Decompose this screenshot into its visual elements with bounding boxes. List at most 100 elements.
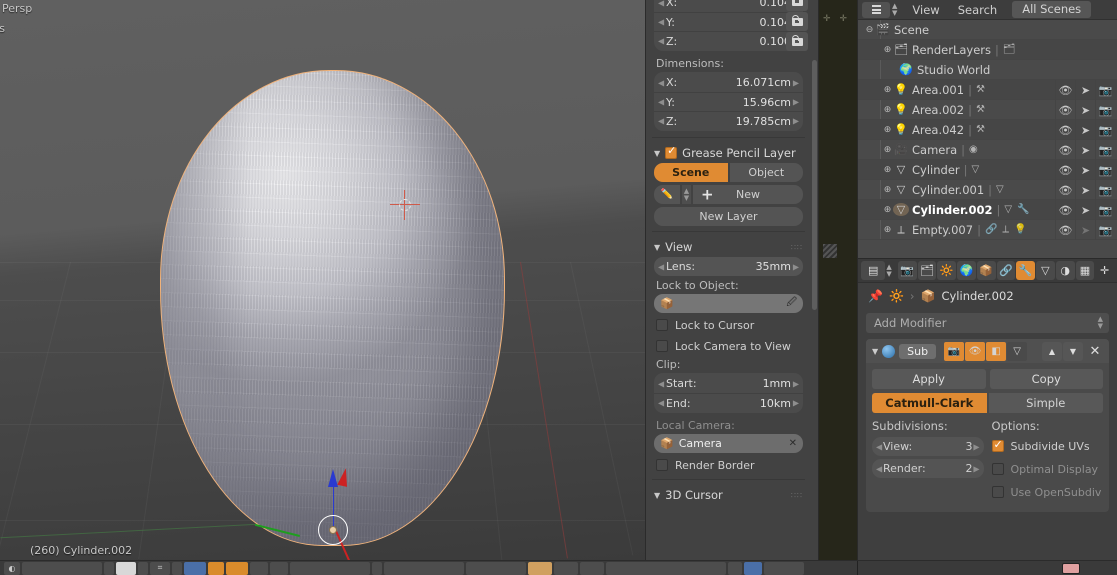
add-modifier-dropdown[interactable]: Add Modifier ▲ ▼ bbox=[866, 313, 1109, 333]
renderable-toggle-icon[interactable]: 📷 bbox=[1095, 120, 1115, 140]
outliner-display-mode-icon[interactable] bbox=[862, 1, 890, 18]
bb-layer-grid[interactable] bbox=[384, 561, 464, 575]
texture-tab-icon[interactable]: ▦ bbox=[1075, 261, 1095, 280]
properties-type-spinner[interactable]: ▲ ▼ bbox=[886, 263, 891, 278]
scale-x-field[interactable]: ◀ X: 0.104 ▶ bbox=[654, 0, 803, 12]
world-tab-icon[interactable]: 🌍 bbox=[957, 261, 976, 280]
catmull-clark-button[interactable]: Catmull-Clark bbox=[872, 393, 987, 413]
lightdata-icon[interactable]: ⚒ bbox=[976, 124, 985, 135]
area-resize-grip[interactable] bbox=[823, 244, 837, 258]
3d-viewport[interactable]: r Persp ers (260) Cylinder.002 bbox=[0, 0, 645, 560]
selectable-toggle-icon[interactable]: ➤ bbox=[1075, 80, 1095, 100]
decrement-arrow-icon[interactable]: ◀ bbox=[658, 78, 664, 87]
collapse-triangle-icon[interactable]: ▼ bbox=[872, 347, 878, 356]
increment-arrow-icon[interactable]: ▶ bbox=[793, 78, 799, 87]
light-icon[interactable]: 💡 bbox=[1014, 224, 1026, 235]
collapse-triangle-icon[interactable]: ▼ bbox=[654, 491, 660, 500]
material-tab-icon[interactable]: ◑ bbox=[1055, 261, 1075, 280]
3d-cursor-icon[interactable] bbox=[390, 190, 420, 220]
origin-point[interactable] bbox=[329, 526, 337, 534]
visibility-toggle-icon[interactable]: 👁 bbox=[1055, 180, 1075, 200]
increment-arrow-icon[interactable]: ▶ bbox=[973, 442, 979, 451]
selectable-toggle-icon[interactable]: ➤ bbox=[1075, 120, 1095, 140]
bb-object-mode-icon[interactable]: ◐ bbox=[4, 561, 20, 575]
clip-start-field[interactable]: ◀ Start: 1mm ▶ bbox=[654, 374, 803, 393]
move-modifier-up-button[interactable]: ▲ bbox=[1042, 341, 1062, 361]
expand-toggle-icon[interactable]: ⊕ bbox=[882, 145, 893, 155]
decrement-arrow-icon[interactable]: ◀ bbox=[658, 379, 664, 388]
subdivision-algorithm-toggle[interactable]: Catmull-Clark Simple bbox=[866, 389, 1109, 413]
render-border-checkbox[interactable] bbox=[656, 459, 668, 471]
scale-z-field[interactable]: ◀ Z: 0.100 ▶ bbox=[654, 31, 803, 50]
outliner-row-area-001[interactable]: ⊕ 💡 Area.001 | ⚒ 👁 ➤ 📷 bbox=[858, 80, 1117, 100]
gp-datablock-spinner[interactable]: ▲ ▼ bbox=[682, 185, 691, 204]
decrement-arrow-icon[interactable]: ◀ bbox=[658, 37, 664, 46]
increment-arrow-icon[interactable]: ▶ bbox=[793, 379, 799, 388]
bb-transform-orientation-icon[interactable] bbox=[250, 561, 268, 575]
clip-end-field[interactable]: ◀ End: 10km ▶ bbox=[654, 393, 803, 412]
outliner-row-scene[interactable]: ⊖ 🎬 Scene bbox=[858, 20, 1117, 40]
selectable-toggle-icon[interactable]: ➤ bbox=[1075, 160, 1095, 180]
selectable-toggle-icon[interactable]: ➤ bbox=[1075, 140, 1095, 160]
modifier-name-field[interactable]: Sub bbox=[899, 343, 937, 359]
increment-arrow-icon[interactable]: ▶ bbox=[793, 98, 799, 107]
visibility-toggle-icon[interactable]: 👁 bbox=[1055, 160, 1075, 180]
lightdata-icon[interactable]: ⚒ bbox=[976, 84, 985, 95]
renderlayers-tab-icon[interactable]: 🗂 bbox=[917, 261, 937, 280]
decrement-arrow-icon[interactable]: ◀ bbox=[658, 98, 664, 107]
simple-button[interactable]: Simple bbox=[988, 393, 1103, 413]
delete-modifier-button[interactable]: ✕ bbox=[1087, 344, 1103, 359]
renderable-toggle-icon[interactable]: 📷 bbox=[1095, 160, 1115, 180]
scene-breadcrumb-icon[interactable]: 🔆 bbox=[889, 289, 904, 303]
visibility-toggle-icon[interactable]: 👁 bbox=[1055, 120, 1075, 140]
cameradata-icon[interactable]: ◉ bbox=[969, 144, 978, 155]
increment-arrow-icon[interactable]: ▶ bbox=[793, 399, 799, 408]
move-modifier-down-button[interactable]: ▼ bbox=[1063, 341, 1083, 361]
gp-new-button[interactable]: + New bbox=[693, 185, 803, 204]
viewport-side-panel[interactable]: ◀ X: 0.104 ▶ ◀ Y: 0.104 ▶ ◀ Z: 0.100 ▶ bbox=[645, 0, 818, 560]
collapse-triangle-icon[interactable]: ▼ bbox=[654, 243, 660, 252]
decrement-arrow-icon[interactable]: ◀ bbox=[658, 117, 664, 126]
visibility-toggle-icon[interactable]: 👁 bbox=[1055, 80, 1075, 100]
expand-toggle-icon[interactable]: ⊕ bbox=[882, 185, 893, 195]
modifier-header[interactable]: ▼ Sub 📷 👁 ◧ ▽ ▲ ▼ ✕ bbox=[866, 339, 1109, 363]
grease-pencil-enable-checkbox[interactable]: ✓ bbox=[665, 144, 678, 159]
increment-arrow-icon[interactable]: ▶ bbox=[973, 464, 979, 473]
bb-scene-icon[interactable] bbox=[528, 561, 552, 575]
bb-brush-icon[interactable] bbox=[744, 561, 762, 575]
bb-shading-spinner[interactable] bbox=[138, 561, 148, 575]
expand-toggle-icon[interactable]: ⊕ bbox=[882, 125, 893, 135]
outliner-row-renderlayers[interactable]: ⊕ 🗂 RenderLayers | 🗂 bbox=[858, 40, 1117, 60]
renderable-toggle-icon[interactable]: 📷 bbox=[1095, 180, 1115, 200]
3d-cursor-panel-header[interactable]: ▼ 3D Cursor ∷∷ bbox=[646, 485, 811, 505]
bb-snap-icon[interactable] bbox=[184, 561, 206, 575]
properties-editor[interactable]: ▤ ▲ ▼ 📷 🗂 🔆 🌍 📦 🔗 🔧 ▽ ◑ ▦ ✛ 📌 🔆 › 📦 Cylin… bbox=[858, 258, 1117, 575]
bb-color-swatch[interactable] bbox=[1062, 563, 1080, 574]
subdivide-uvs-checkbox[interactable] bbox=[991, 438, 1004, 452]
pencil-icon[interactable]: ✏️ bbox=[654, 185, 680, 204]
gp-object-toggle[interactable]: Object bbox=[729, 163, 803, 182]
expand-toggle-icon[interactable]: ⊕ bbox=[882, 85, 893, 95]
outliner-mode-spinner[interactable]: ▲ ▼ bbox=[892, 2, 897, 17]
grease-pencil-panel-header[interactable]: ▼ ✓ Grease Pencil Layer bbox=[646, 143, 811, 163]
drag-dots-icon[interactable]: ∷∷ bbox=[791, 491, 803, 500]
meshdata-icon[interactable]: ▽ bbox=[972, 164, 980, 175]
subdivide-uvs-row[interactable]: Subdivide UVs bbox=[991, 437, 1104, 455]
outliner-tree[interactable]: ⊖ 🎬 Scene ⊕ 🗂 RenderLayers | 🗂 🌍 Studio … bbox=[858, 20, 1117, 240]
bb-manipulator-toggle[interactable] bbox=[208, 561, 224, 575]
expand-toggle-icon[interactable]: ⊕ bbox=[882, 165, 893, 175]
renderlayer-data-icon[interactable]: 🗂 bbox=[1003, 44, 1016, 55]
object-origin-manipulator[interactable] bbox=[254, 455, 410, 560]
outliner-row-area-002[interactable]: ⊕ 💡 Area.002 | ⚒ 👁 ➤ 📷 bbox=[858, 100, 1117, 120]
decrement-arrow-icon[interactable]: ◀ bbox=[658, 0, 664, 7]
visibility-toggle-icon[interactable]: 👁 bbox=[1055, 220, 1075, 240]
selectable-toggle-icon[interactable]: ➤ bbox=[1075, 180, 1095, 200]
constraints-tab-icon[interactable]: 🔗 bbox=[996, 261, 1016, 280]
link-icon[interactable]: 🔗 bbox=[985, 224, 997, 235]
expand-toggle-icon[interactable]: ⊕ bbox=[882, 105, 893, 115]
decrement-arrow-icon[interactable]: ◀ bbox=[876, 442, 882, 451]
edit-mode-display-toggle-icon[interactable]: ◧ bbox=[986, 341, 1007, 361]
selectable-toggle-icon[interactable]: ➤ bbox=[1075, 200, 1095, 220]
pin-icon[interactable]: 📌 bbox=[868, 289, 883, 303]
expand-toggle-icon[interactable]: ⊕ bbox=[882, 45, 893, 55]
